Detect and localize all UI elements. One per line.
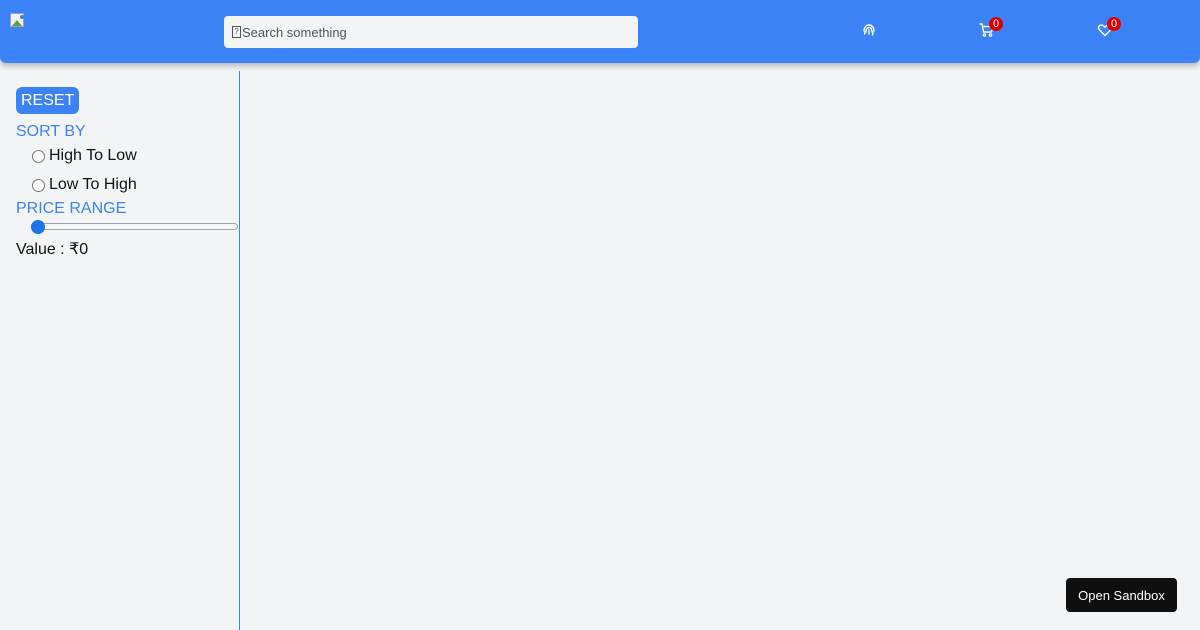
reset-button[interactable]: RESET [16,87,80,114]
cart-count-badge: 0 [989,17,1003,31]
price-range-thumb[interactable] [31,220,45,234]
missing-glyph-icon: ? [232,26,241,38]
price-range-title: PRICE RANGE [16,200,127,217]
cart-button[interactable]: 0 [979,17,1003,40]
sort-high-to-low-radio[interactable] [32,149,45,163]
sort-high-to-low-option[interactable]: High To Low [32,147,137,165]
sort-low-to-high-label: Low To High [49,176,137,193]
navbar: ? 0 0 [0,0,1200,63]
wishlist-button[interactable]: 0 [1097,17,1121,40]
price-range-slider[interactable] [31,219,239,235]
open-sandbox-button[interactable]: Open Sandbox [1066,578,1177,612]
broken-image-icon[interactable] [10,13,26,29]
search-input[interactable] [242,24,622,40]
filter-sidebar: RESET SORT BY High To Low Low To High PR… [0,71,240,630]
search-bar[interactable]: ? [224,16,638,48]
sort-by-title: SORT BY [16,123,86,140]
sort-low-to-high-radio[interactable] [32,178,45,192]
sort-low-to-high-option[interactable]: Low To High [32,176,137,194]
price-range-track[interactable] [31,223,238,230]
fingerprint-icon[interactable] [861,22,879,40]
price-value-text: Value : ₹0 [16,241,89,258]
wishlist-count-badge: 0 [1107,17,1121,31]
sort-high-to-low-label: High To Low [49,147,137,164]
